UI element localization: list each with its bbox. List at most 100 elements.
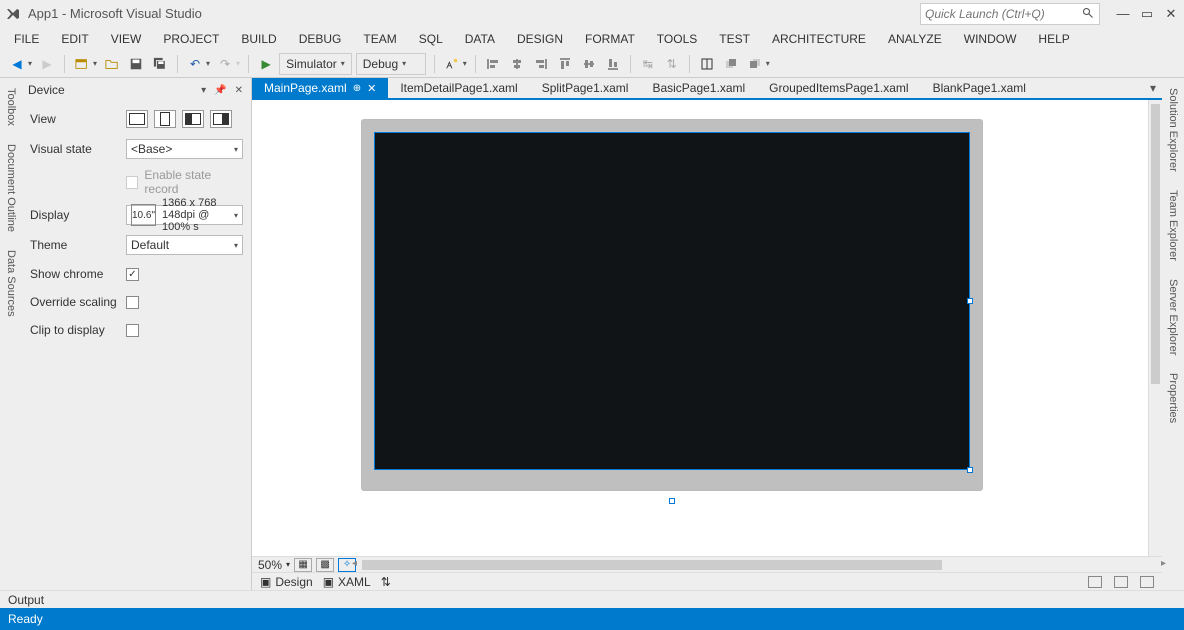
quick-launch[interactable]: [920, 3, 1100, 25]
bring-front-button[interactable]: [720, 53, 742, 75]
layout-panel-button[interactable]: [696, 53, 718, 75]
show-chrome-checkbox[interactable]: ✓: [126, 268, 139, 281]
file-tab-label: GroupedItemsPage1.xaml: [769, 81, 908, 95]
effects-button[interactable]: [441, 53, 463, 75]
rail-tab-document-outline[interactable]: Document Outline: [3, 140, 19, 236]
view-snap-left-button[interactable]: [182, 110, 204, 128]
menu-team[interactable]: TEAM: [353, 30, 406, 48]
file-tab[interactable]: MainPage.xaml⊕✕: [252, 78, 388, 98]
send-back-button[interactable]: [744, 53, 766, 75]
order-dropdown[interactable]: ▾: [766, 59, 770, 68]
panel-options-button[interactable]: ▾: [199, 85, 208, 96]
rail-tab-toolbox[interactable]: Toolbox: [3, 84, 19, 130]
menu-project[interactable]: PROJECT: [153, 30, 229, 48]
dist-h-button[interactable]: ↹: [637, 53, 659, 75]
design-tab[interactable]: ▣ Design: [260, 575, 313, 589]
dist-v-button[interactable]: ⇅: [661, 53, 683, 75]
view-portrait-button[interactable]: [154, 110, 176, 128]
resize-handle-bottom[interactable]: [669, 498, 675, 504]
save-button[interactable]: [125, 53, 147, 75]
enable-state-record-label: Enable state record: [144, 168, 243, 196]
menu-design[interactable]: DESIGN: [507, 30, 573, 48]
align-left-button[interactable]: [482, 53, 504, 75]
back-dropdown[interactable]: ▾: [28, 59, 32, 68]
rail-tab-team-explorer[interactable]: Team Explorer: [1165, 186, 1181, 265]
resize-handle-right[interactable]: [967, 298, 973, 304]
menu-view[interactable]: VIEW: [101, 30, 152, 48]
display-combo[interactable]: 10.6" 1366 x 768 148dpi @ 100% s ▾: [126, 205, 243, 225]
align-top-button[interactable]: [554, 53, 576, 75]
close-button[interactable]: ✕: [1162, 5, 1180, 23]
enable-state-record-checkbox[interactable]: [126, 176, 138, 189]
save-all-button[interactable]: [149, 53, 171, 75]
zoom-combo[interactable]: 50% ▾: [258, 558, 290, 572]
view-landscape-button[interactable]: [126, 110, 148, 128]
snap-toggle-button[interactable]: ▩: [316, 558, 334, 572]
new-dropdown[interactable]: ▾: [93, 59, 97, 68]
menu-data[interactable]: DATA: [455, 30, 505, 48]
redo-dropdown[interactable]: ▾: [236, 59, 240, 68]
output-panel-header[interactable]: Output: [0, 590, 1184, 608]
rail-tab-server-explorer[interactable]: Server Explorer: [1165, 275, 1181, 359]
visual-state-combo[interactable]: <Base> ▾: [126, 139, 243, 159]
menu-tools[interactable]: TOOLS: [647, 30, 707, 48]
pin-icon[interactable]: ⊕: [353, 83, 361, 94]
minimize-button[interactable]: —: [1114, 5, 1132, 23]
split-vertical-button[interactable]: [1088, 576, 1102, 588]
theme-combo[interactable]: Default ▾: [126, 235, 243, 255]
file-tab[interactable]: SplitPage1.xaml: [530, 78, 641, 98]
rail-tab-properties[interactable]: Properties: [1165, 369, 1181, 427]
menu-architecture[interactable]: ARCHITECTURE: [762, 30, 876, 48]
file-tab[interactable]: ItemDetailPage1.xaml: [388, 78, 529, 98]
file-tab[interactable]: GroupedItemsPage1.xaml: [757, 78, 920, 98]
tabs-overflow-button[interactable]: ▾: [1144, 78, 1162, 98]
forward-button[interactable]: ▶: [36, 53, 58, 75]
menu-sql[interactable]: SQL: [409, 30, 453, 48]
effects-dropdown[interactable]: ▾: [463, 59, 467, 68]
override-scaling-checkbox[interactable]: [126, 296, 139, 309]
restore-button[interactable]: ▭: [1138, 5, 1156, 23]
menu-debug[interactable]: DEBUG: [289, 30, 352, 48]
undo-dropdown[interactable]: ▾: [206, 59, 210, 68]
menu-help[interactable]: HELP: [1028, 30, 1079, 48]
menu-test[interactable]: TEST: [709, 30, 760, 48]
horizontal-scrollbar[interactable]: ◂ ▸: [362, 558, 1156, 572]
rail-tab-solution-explorer[interactable]: Solution Explorer: [1165, 84, 1181, 176]
file-tab[interactable]: BlankPage1.xaml: [921, 78, 1038, 98]
undo-button[interactable]: ↶: [184, 53, 206, 75]
split-horizontal-button[interactable]: [1114, 576, 1128, 588]
designer-canvas[interactable]: [252, 100, 1148, 556]
close-tab-button[interactable]: ✕: [367, 82, 376, 95]
grid-toggle-button[interactable]: ▦: [294, 558, 312, 572]
expand-pane-button[interactable]: [1140, 576, 1154, 588]
resize-handle-bottom-right[interactable]: [967, 467, 973, 473]
menu-analyze[interactable]: ANALYZE: [878, 30, 952, 48]
panel-close-button[interactable]: ✕: [233, 85, 245, 96]
open-button[interactable]: [101, 53, 123, 75]
run-target-combo[interactable]: Simulator ▾: [279, 53, 352, 75]
start-button[interactable]: ▶: [255, 53, 277, 75]
menu-window[interactable]: WINDOW: [954, 30, 1027, 48]
redo-button[interactable]: ↷: [214, 53, 236, 75]
file-tab[interactable]: BasicPage1.xaml: [640, 78, 757, 98]
align-right-button[interactable]: [530, 53, 552, 75]
rail-tab-data-sources[interactable]: Data Sources: [3, 246, 19, 321]
back-button[interactable]: ◀: [6, 53, 28, 75]
menu-file[interactable]: FILE: [4, 30, 49, 48]
page-surface[interactable]: [374, 132, 970, 470]
align-middle-button[interactable]: [578, 53, 600, 75]
new-project-button[interactable]: [71, 53, 93, 75]
menu-edit[interactable]: EDIT: [51, 30, 98, 48]
swap-panes-button[interactable]: ⇅: [381, 575, 391, 589]
align-bottom-button[interactable]: [602, 53, 624, 75]
panel-pin-button[interactable]: 📌: [212, 85, 228, 96]
quick-launch-input[interactable]: [925, 7, 1082, 21]
view-snap-right-button[interactable]: [210, 110, 232, 128]
vertical-scrollbar[interactable]: [1148, 100, 1162, 556]
menu-format[interactable]: FORMAT: [575, 30, 645, 48]
xaml-tab[interactable]: ▣ XAML: [323, 575, 371, 589]
menu-build[interactable]: BUILD: [231, 30, 286, 48]
clip-to-display-checkbox[interactable]: [126, 324, 139, 337]
align-center-h-button[interactable]: [506, 53, 528, 75]
config-combo[interactable]: Debug ▾: [356, 53, 426, 75]
